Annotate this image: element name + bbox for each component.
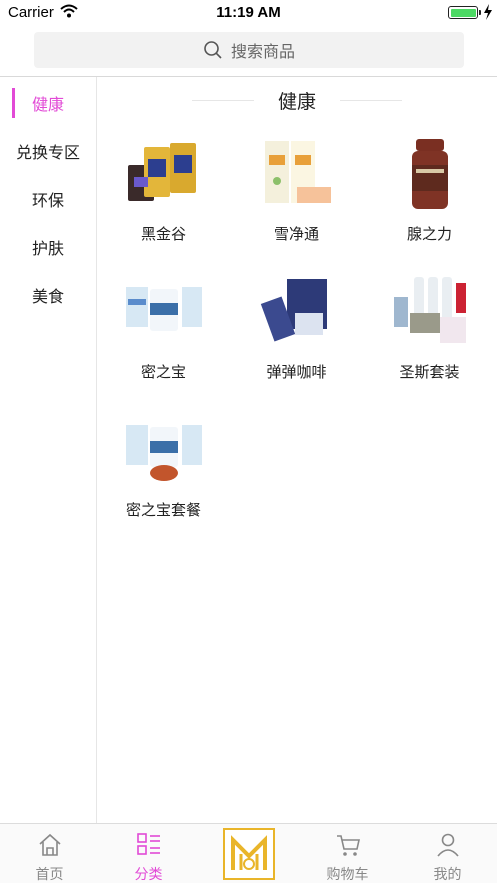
sachet-set-product-image xyxy=(126,425,202,481)
product-card[interactable]: 弹弹咖啡 xyxy=(230,273,363,403)
section-title: 健康 xyxy=(277,91,316,113)
grain-bag-product-image xyxy=(128,143,196,201)
clock: 11:19 AM xyxy=(216,4,281,21)
coffee-box-product-image xyxy=(260,279,327,342)
status-bar: Carrier 11:19 AM xyxy=(0,0,497,28)
sidebar-item-skincare[interactable]: 护肤 xyxy=(0,223,96,271)
product-card[interactable]: 密之宝套餐 xyxy=(97,411,230,541)
product-name: 黑金谷 xyxy=(140,225,186,243)
search-placeholder: 搜索商品 xyxy=(230,42,295,61)
category-icon xyxy=(137,833,160,855)
sachet-product-image xyxy=(126,287,202,331)
search-icon xyxy=(204,41,222,59)
battery-tip xyxy=(479,10,481,15)
product-name: 密之宝 xyxy=(140,363,186,381)
product-name: 腺之力 xyxy=(406,225,452,243)
bottle-product-image xyxy=(412,139,448,209)
search-input[interactable]: 搜索商品 xyxy=(34,32,464,68)
brand-logo-button[interactable] xyxy=(223,828,275,880)
tab-profile[interactable]: 我的 xyxy=(398,824,497,883)
search-bar: 搜索商品 xyxy=(0,28,497,76)
product-card[interactable]: 密之宝 xyxy=(97,273,230,403)
battery-icon xyxy=(448,6,478,19)
product-name: 圣斯套装 xyxy=(399,363,460,381)
category-sidebar: 健康 兑换专区 环保 护肤 美食 xyxy=(0,77,97,823)
sidebar-item-label: 环保 xyxy=(31,191,64,210)
product-name: 弹弹咖啡 xyxy=(266,363,327,381)
tab-home[interactable]: 首页 xyxy=(0,824,99,883)
tab-label: 购物车 xyxy=(326,867,369,883)
active-indicator xyxy=(12,88,15,118)
sidebar-item-food[interactable]: 美食 xyxy=(0,271,96,319)
tab-label: 首页 xyxy=(35,867,64,883)
tab-label: 分类 xyxy=(134,867,163,883)
sidebar-item-health[interactable]: 健康 xyxy=(0,79,96,127)
sidebar-item-label: 美食 xyxy=(31,287,64,306)
product-card[interactable]: 雪净通 xyxy=(230,135,363,265)
product-card[interactable]: 腺之力 xyxy=(363,135,496,265)
tab-category[interactable]: 分类 xyxy=(99,824,198,883)
sidebar-item-exchange[interactable]: 兑换专区 xyxy=(0,127,96,175)
tab-cart[interactable]: 购物车 xyxy=(298,824,397,883)
user-icon xyxy=(437,833,459,857)
product-name: 雪净通 xyxy=(273,225,319,243)
product-grid-area: 健康 黑金谷 雪净通 腺之力 密之宝 弹弹咖啡 圣斯套装 密之宝套餐 xyxy=(97,77,497,823)
bottom-tab-bar: 首页 分类 购物车 我的 xyxy=(0,823,497,883)
product-card[interactable]: 黑金谷 xyxy=(97,135,230,265)
product-card[interactable]: 圣斯套装 xyxy=(363,273,496,403)
box-product-image xyxy=(265,141,331,203)
charging-bolt-icon xyxy=(484,4,492,20)
section-header: 健康 xyxy=(97,87,497,113)
sidebar-item-eco[interactable]: 环保 xyxy=(0,175,96,223)
sidebar-item-label: 护肤 xyxy=(31,239,64,258)
brand-logo-icon xyxy=(231,835,267,870)
cart-icon xyxy=(337,835,360,856)
home-icon xyxy=(39,833,61,856)
tab-label: 我的 xyxy=(433,867,462,883)
product-name: 密之宝套餐 xyxy=(125,501,201,519)
sidebar-item-label: 兑换专区 xyxy=(15,143,80,162)
sidebar-item-label: 健康 xyxy=(31,95,64,114)
cleaner-set-product-image xyxy=(394,277,466,343)
